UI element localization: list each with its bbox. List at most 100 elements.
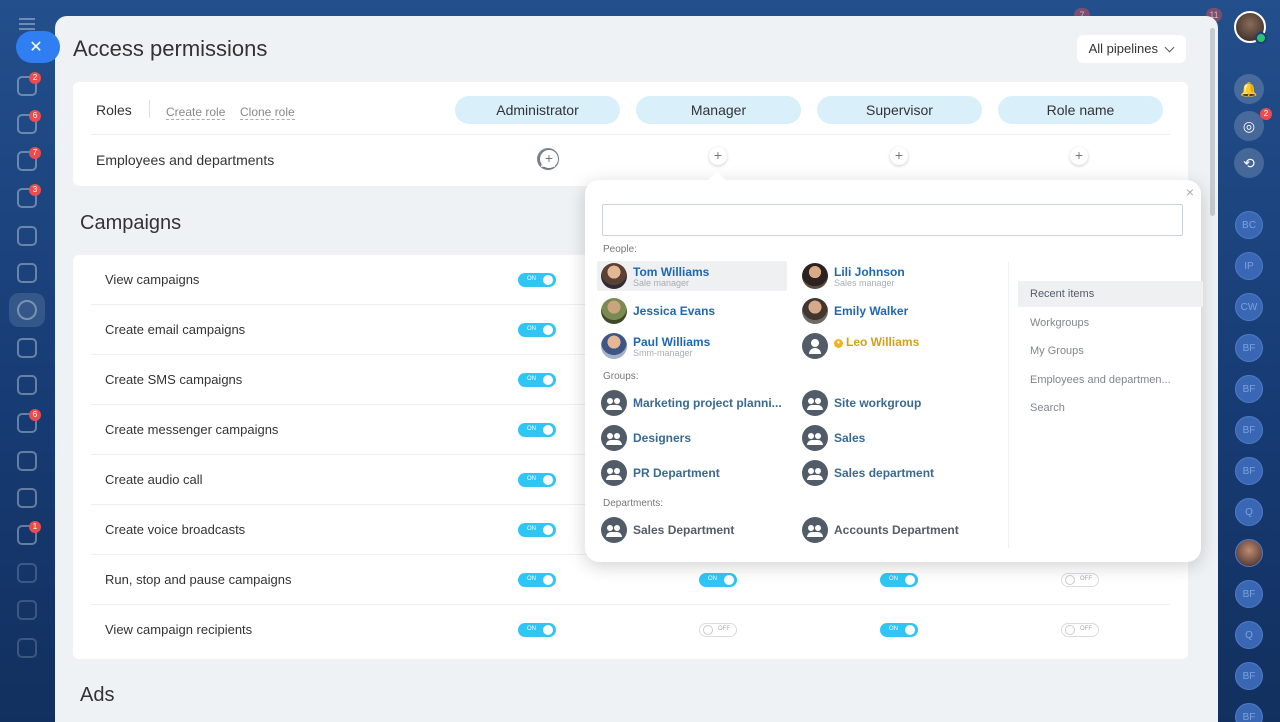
tab-recent-items[interactable]: Recent items: [1018, 281, 1203, 307]
person-item[interactable]: Lili Johnson Sales manager: [798, 261, 988, 291]
permission-toggle[interactable]: ON: [518, 523, 556, 537]
group-item[interactable]: Site workgroup: [798, 388, 988, 418]
close-slider-button[interactable]: ✕: [16, 31, 60, 63]
toggle-state-label: OFF: [1080, 576, 1092, 582]
extranet-crown-icon: ♦: [834, 339, 843, 348]
group-name: Sales: [834, 431, 866, 445]
contact-avatar[interactable]: BF: [1235, 703, 1263, 722]
permission-label: Create audio call: [105, 472, 203, 487]
add-member-button-administrator[interactable]: +: [540, 150, 558, 168]
department-item[interactable]: Accounts Department: [798, 515, 988, 545]
contact-avatar-photo[interactable]: [1235, 539, 1263, 567]
robot-icon[interactable]: [17, 375, 37, 395]
tab-workgroups[interactable]: Workgroups: [1018, 310, 1203, 336]
role-column-manager[interactable]: Manager: [636, 96, 801, 124]
person-name-extranet: ♦ Leo Williams: [834, 335, 919, 349]
calendar-icon[interactable]: [17, 226, 37, 246]
person-item[interactable]: ♦ Leo Williams: [798, 331, 988, 361]
permission-toggle[interactable]: OFF: [1061, 623, 1099, 637]
scrollbar[interactable]: [1210, 28, 1215, 216]
badge: 6: [29, 110, 41, 122]
contact-avatar[interactable]: BF: [1235, 580, 1263, 608]
close-popup-button[interactable]: ×: [1186, 184, 1194, 200]
person-item[interactable]: Emily Walker: [798, 296, 988, 326]
search-chat-icon[interactable]: ⟲: [1234, 148, 1264, 178]
role-column-supervisor[interactable]: Supervisor: [817, 96, 982, 124]
pipelines-dropdown[interactable]: All pipelines: [1076, 35, 1186, 63]
contact-avatar[interactable]: BF: [1235, 662, 1263, 690]
permission-toggle[interactable]: ON: [518, 273, 556, 287]
user-avatar[interactable]: [1234, 11, 1267, 44]
role-column-administrator[interactable]: Administrator: [455, 96, 620, 124]
toggle-state-label: ON: [527, 276, 536, 282]
group-item[interactable]: Designers: [597, 423, 787, 453]
cart-icon[interactable]: [17, 338, 37, 358]
group-icon: [601, 460, 627, 486]
people-group-label: People:: [603, 244, 637, 255]
permission-toggle[interactable]: ON: [518, 573, 556, 587]
permission-toggle[interactable]: ON: [518, 473, 556, 487]
department-item[interactable]: Sales Department: [597, 515, 787, 545]
people-icon[interactable]: [17, 600, 37, 620]
tab-my-groups[interactable]: My Groups: [1018, 338, 1203, 364]
toggle-state-label: ON: [527, 376, 536, 382]
tab-employees-departments[interactable]: Employees and departmen...: [1018, 367, 1203, 393]
permission-toggle[interactable]: ON: [518, 373, 556, 387]
contact-avatar[interactable]: BF: [1235, 334, 1263, 362]
permission-toggle[interactable]: OFF: [1061, 573, 1099, 587]
permission-toggle[interactable]: ON: [518, 623, 556, 637]
target-icon[interactable]: [17, 300, 37, 320]
contact-avatar[interactable]: BF: [1235, 375, 1263, 403]
hamburger-menu-icon[interactable]: [19, 18, 35, 30]
permission-toggle[interactable]: ON: [518, 423, 556, 437]
bell-icon[interactable]: 🔔: [1234, 74, 1264, 104]
group-item[interactable]: Sales: [798, 423, 988, 453]
online-status-icon: [1255, 32, 1267, 44]
apps-icon[interactable]: [17, 563, 37, 583]
badge: 7: [29, 147, 41, 159]
contact-avatar[interactable]: Q: [1235, 621, 1263, 649]
pen-icon[interactable]: [17, 451, 37, 471]
add-member-button-supervisor[interactable]: +: [890, 147, 908, 165]
person-item[interactable]: Jessica Evans: [597, 296, 787, 326]
contact-avatar[interactable]: BF: [1235, 457, 1263, 485]
badge: 6: [29, 409, 41, 421]
department-icon: [802, 517, 828, 543]
add-member-button-manager[interactable]: +: [709, 147, 727, 165]
clone-role-link[interactable]: Clone role: [240, 105, 295, 120]
chart-icon[interactable]: [17, 488, 37, 508]
group-item[interactable]: Sales department: [798, 458, 988, 488]
group-name: Site workgroup: [834, 396, 922, 410]
search-input[interactable]: [602, 204, 1183, 236]
person-item[interactable]: Paul Williams Smm-manager: [597, 331, 787, 361]
toggle-state-label: OFF: [718, 626, 730, 632]
permission-toggle[interactable]: OFF: [699, 623, 737, 637]
divider: [149, 100, 150, 118]
permission-toggle[interactable]: ON: [699, 573, 737, 587]
permission-toggle[interactable]: ON: [518, 323, 556, 337]
add-member-button-role-name[interactable]: +: [1070, 147, 1088, 165]
group-item[interactable]: PR Department: [597, 458, 787, 488]
person-item[interactable]: Tom Williams Sale manager: [597, 261, 787, 291]
permission-toggle[interactable]: ON: [880, 573, 918, 587]
permission-label: View campaigns: [105, 272, 200, 287]
contact-avatar[interactable]: BF: [1235, 416, 1263, 444]
toggle-state-label: ON: [889, 626, 898, 632]
contact-avatar[interactable]: CW: [1235, 293, 1263, 321]
person-name: Lili Johnson: [834, 265, 905, 279]
drive-icon[interactable]: [17, 263, 37, 283]
group-item[interactable]: Marketing project planni...: [597, 388, 787, 418]
permission-toggle[interactable]: ON: [880, 623, 918, 637]
tab-search[interactable]: Search: [1018, 395, 1203, 421]
right-sidebar: 🔔 ◎ 2 ⟲ BC IP CW BF BF BF BF Q BF Q BF B…: [1218, 0, 1280, 722]
person-name: Paul Williams: [633, 335, 711, 349]
department-name: Sales Department: [633, 523, 735, 537]
group-icon: [802, 390, 828, 416]
contact-avatar[interactable]: Q: [1235, 498, 1263, 526]
contact-avatar[interactable]: IP: [1235, 252, 1263, 280]
permission-row: View campaign recipients ON OFF ON OFF: [91, 605, 1170, 655]
create-role-link[interactable]: Create role: [166, 105, 226, 120]
role-column-role-name[interactable]: Role name: [998, 96, 1163, 124]
contact-avatar[interactable]: BC: [1235, 211, 1263, 239]
code-icon[interactable]: [17, 638, 37, 658]
